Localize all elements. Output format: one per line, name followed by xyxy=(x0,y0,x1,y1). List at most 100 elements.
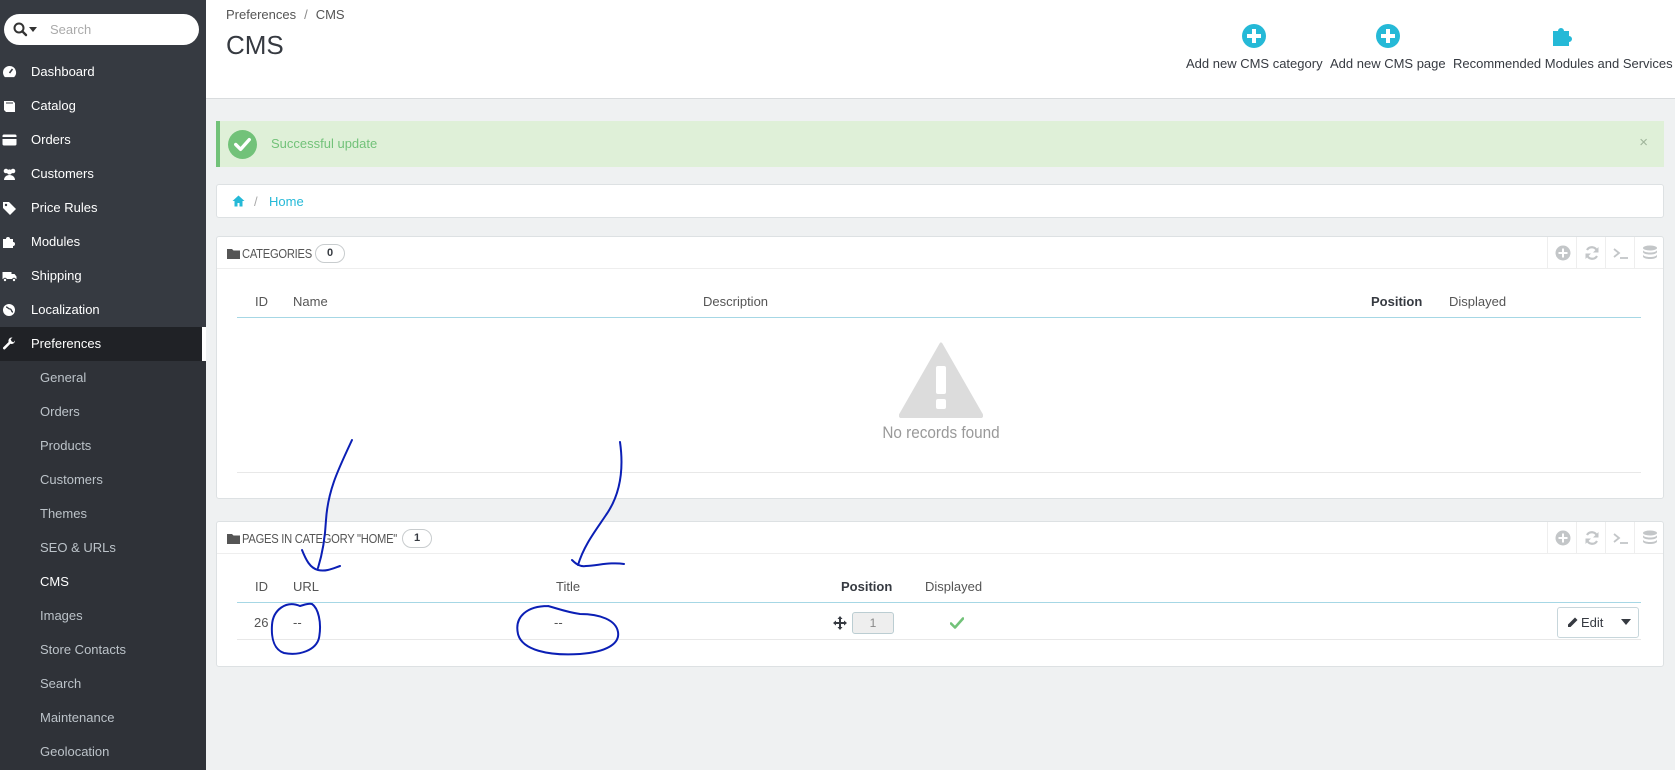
column-header-displayed[interactable]: Displayed xyxy=(925,579,982,594)
search-icon[interactable] xyxy=(13,22,41,38)
add-cms-page-button[interactable]: Add new CMS page xyxy=(1330,24,1446,71)
categories-panel: CATEGORIES 0 ID Name Description Positio… xyxy=(216,236,1664,499)
refresh-icon xyxy=(1585,531,1599,545)
refresh-button[interactable] xyxy=(1576,237,1605,269)
sidebar: Dashboard Catalog Orders Customers Price… xyxy=(0,0,206,770)
users-icon xyxy=(3,168,16,180)
column-header-position[interactable]: Position xyxy=(841,579,892,594)
submenu-item-label: General xyxy=(40,370,87,385)
sidebar-item-shipping[interactable]: Shipping xyxy=(0,259,206,293)
warning-icon xyxy=(899,342,983,418)
toolbar-label: Add new CMS page xyxy=(1330,56,1446,71)
submenu-item-maintenance[interactable]: Maintenance xyxy=(0,701,206,735)
category-breadcrumb: / Home xyxy=(216,184,1664,218)
add-new-button[interactable] xyxy=(1547,522,1576,554)
submenu-item-store-contacts[interactable]: Store Contacts xyxy=(0,633,206,667)
tags-icon xyxy=(3,202,16,215)
edit-button[interactable]: Edit xyxy=(1558,608,1616,637)
sidebar-item-label: Modules xyxy=(31,234,81,249)
plus-circle-icon xyxy=(1242,24,1267,48)
add-cms-category-button[interactable]: Add new CMS category xyxy=(1186,24,1323,71)
submenu-item-orders[interactable]: Orders xyxy=(0,395,206,429)
sidebar-item-preferences[interactable]: Preferences xyxy=(0,327,206,361)
sidebar-item-label: Price Rules xyxy=(31,200,98,215)
recommended-modules-button[interactable]: Recommended Modules and Services xyxy=(1453,24,1673,71)
folder-icon xyxy=(227,249,240,259)
panel-toolbar xyxy=(1547,522,1663,554)
column-header-displayed[interactable]: Displayed xyxy=(1449,294,1506,309)
row-actions: Edit xyxy=(1557,607,1639,638)
terminal-icon xyxy=(1613,533,1628,544)
column-header-url[interactable]: URL xyxy=(293,579,319,594)
alert-close-button[interactable]: × xyxy=(1639,134,1648,151)
submenu-item-label: Orders xyxy=(40,404,80,419)
toolbar-label: Recommended Modules and Services xyxy=(1453,56,1673,71)
add-new-button[interactable] xyxy=(1547,237,1576,269)
submenu-item-themes[interactable]: Themes xyxy=(0,497,206,531)
table-header-divider xyxy=(237,317,1641,318)
sidebar-item-label: Customers xyxy=(31,166,94,181)
drag-handle-icon[interactable] xyxy=(833,616,847,630)
home-icon[interactable] xyxy=(232,195,245,207)
globe-icon xyxy=(3,304,15,316)
submenu-item-search[interactable]: Search xyxy=(0,667,206,701)
column-header-description[interactable]: Description xyxy=(703,294,768,309)
search-box[interactable] xyxy=(4,14,199,45)
sql-query-button[interactable] xyxy=(1605,237,1634,269)
column-header-id[interactable]: ID xyxy=(255,294,268,309)
sidebar-item-catalog[interactable]: Catalog xyxy=(0,89,206,123)
plus-circle-icon xyxy=(1375,24,1400,48)
cell-id[interactable]: 26 xyxy=(254,615,268,630)
refresh-button[interactable] xyxy=(1576,522,1605,554)
export-button[interactable] xyxy=(1634,237,1663,269)
main-menu: Dashboard Catalog Orders Customers Price… xyxy=(0,55,206,361)
sidebar-item-label: Dashboard xyxy=(31,64,95,79)
actions-dropdown-toggle[interactable] xyxy=(1616,608,1638,637)
sidebar-item-label: Catalog xyxy=(31,98,76,113)
submenu-item-label: Customers xyxy=(40,472,103,487)
column-header-id[interactable]: ID xyxy=(255,579,268,594)
position-input[interactable] xyxy=(852,612,894,634)
credit-card-icon xyxy=(2,134,17,146)
submenu-item-label: Store Contacts xyxy=(40,642,126,657)
breadcrumb-home-link[interactable]: Home xyxy=(269,194,304,209)
search-input[interactable] xyxy=(50,20,190,39)
wrench-icon xyxy=(2,337,15,350)
panel-title: PAGES IN CATEGORY "HOME" xyxy=(242,531,397,546)
cell-url[interactable]: -- xyxy=(293,615,302,630)
column-header-title[interactable]: Title xyxy=(556,579,580,594)
submenu-item-cms[interactable]: CMS xyxy=(0,565,206,599)
cell-title[interactable]: -- xyxy=(554,615,563,630)
submenu-item-label: Themes xyxy=(40,506,87,521)
submenu-item-customers[interactable]: Customers xyxy=(0,463,206,497)
panel-title: CATEGORIES xyxy=(242,246,312,261)
sidebar-item-localization[interactable]: Localization xyxy=(0,293,206,327)
sql-query-button[interactable] xyxy=(1605,522,1634,554)
breadcrumb-item-preferences[interactable]: Preferences xyxy=(226,7,296,22)
submenu-item-products[interactable]: Products xyxy=(0,429,206,463)
count-badge: 1 xyxy=(402,529,432,548)
table-footer-divider xyxy=(237,472,1641,473)
caret-down-icon xyxy=(1621,619,1631,625)
sidebar-item-dashboard[interactable]: Dashboard xyxy=(0,55,206,89)
sidebar-item-label: Shipping xyxy=(31,268,82,283)
column-header-position[interactable]: Position xyxy=(1371,294,1422,309)
sidebar-item-customers[interactable]: Customers xyxy=(0,157,206,191)
sidebar-item-price-rules[interactable]: Price Rules xyxy=(0,191,206,225)
export-button[interactable] xyxy=(1634,522,1663,554)
submenu-item-general[interactable]: General xyxy=(0,361,206,395)
submenu-item-geolocation[interactable]: Geolocation xyxy=(0,735,206,769)
check-icon[interactable] xyxy=(950,617,964,629)
sidebar-item-modules[interactable]: Modules xyxy=(0,225,206,259)
breadcrumb-separator: / xyxy=(304,7,308,22)
submenu-item-seo-urls[interactable]: SEO & URLs xyxy=(0,531,206,565)
sidebar-item-label: Preferences xyxy=(31,336,102,351)
success-alert: Successful update × xyxy=(216,121,1664,167)
submenu-item-images[interactable]: Images xyxy=(0,599,206,633)
submenu-item-label: Geolocation xyxy=(40,744,110,759)
panel-heading: PAGES IN CATEGORY "HOME" 1 xyxy=(217,522,1663,554)
sidebar-item-orders[interactable]: Orders xyxy=(0,123,206,157)
column-header-name[interactable]: Name xyxy=(293,294,328,309)
terminal-icon xyxy=(1613,248,1628,259)
table-header-divider xyxy=(237,602,1641,603)
